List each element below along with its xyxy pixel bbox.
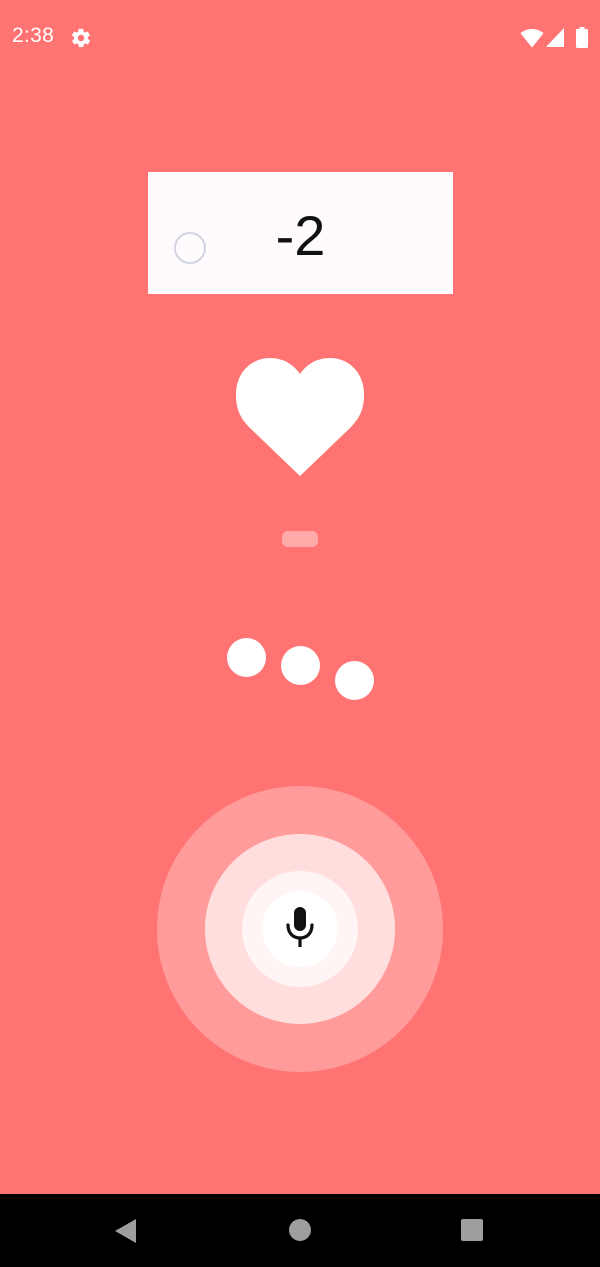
app-screen: 2:38 -2 [0, 0, 600, 1194]
home-icon[interactable] [289, 1219, 311, 1241]
back-icon[interactable] [114, 1218, 138, 1244]
cell-signal-icon [546, 28, 564, 47]
wifi-icon [520, 28, 544, 48]
status-time: 2:38 [12, 24, 55, 47]
microphone-button[interactable] [262, 891, 338, 967]
loading-dot [281, 646, 320, 685]
counter-card: -2 [148, 172, 453, 294]
microphone-icon [283, 906, 317, 952]
navigation-bar [0, 1194, 600, 1267]
loading-dot [227, 638, 266, 677]
battery-icon [576, 27, 588, 48]
gear-icon [70, 27, 92, 49]
counter-value: -2 [275, 204, 326, 267]
heart-icon[interactable] [236, 356, 364, 476]
progress-pill [282, 531, 318, 547]
recents-icon[interactable] [461, 1219, 483, 1241]
status-bar: 2:38 [0, 0, 600, 76]
loading-dot [335, 661, 374, 700]
